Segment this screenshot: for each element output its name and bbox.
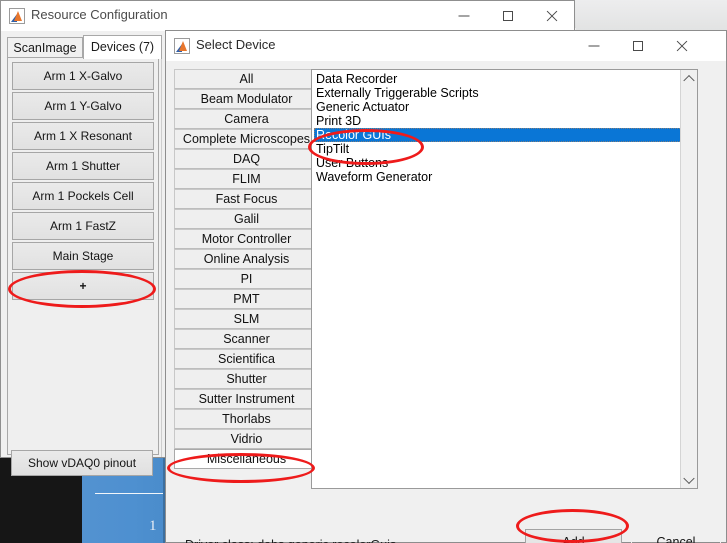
category-motor-controller[interactable]: Motor Controller <box>174 229 319 249</box>
device-button-main-stage[interactable]: Main Stage <box>12 242 154 270</box>
select-device-body: All Beam Modulator Camera Complete Micro… <box>166 61 726 543</box>
device-button-arm1-shutter[interactable]: Arm 1 Shutter <box>12 152 154 180</box>
list-item-data-recorder[interactable]: Data Recorder <box>314 72 680 86</box>
category-galil[interactable]: Galil <box>174 209 319 229</box>
category-slm[interactable]: SLM <box>174 309 319 329</box>
device-button-arm1-x-resonant-scanner[interactable]: Arm 1 X Resonant Scanner <box>12 122 154 169</box>
device-list-scrollbar[interactable] <box>680 70 697 488</box>
tab-devices[interactable]: Devices (7) <box>83 35 162 59</box>
category-pi[interactable]: PI <box>174 269 319 289</box>
desktop-blue-tile-number: 1 <box>149 518 157 534</box>
category-scanner[interactable]: Scanner <box>174 329 319 349</box>
select-device-window: Select Device All Beam Modulator Camera … <box>165 30 727 543</box>
select-device-title: Select Device <box>196 37 276 52</box>
show-vdaq0-pinout-button[interactable]: Show vDAQ0 pinout <box>11 450 153 476</box>
category-online-analysis[interactable]: Online Analysis <box>174 249 319 269</box>
devices-panel: Arm 1 X-Galvo Arm 1 Y-Galvo Arm 1 X Reso… <box>7 57 159 455</box>
category-complete-microscopes[interactable]: Complete Microscopes <box>174 129 319 149</box>
device-button-arm1-x-galvo[interactable]: Arm 1 X-Galvo <box>12 62 154 90</box>
desktop-blue-tile-rule <box>95 493 165 494</box>
list-item-print-3d[interactable]: Print 3D <box>314 114 680 128</box>
select-device-minimize-button[interactable] <box>572 31 616 61</box>
chevron-up-icon[interactable] <box>681 70 697 87</box>
list-item-externally-triggerable-scripts[interactable]: Externally Triggerable Scripts <box>314 86 680 100</box>
chevron-down-icon[interactable] <box>681 471 697 488</box>
add-button[interactable]: Add <box>525 529 622 543</box>
device-button-arm1-y-galvo[interactable]: Arm 1 Y-Galvo <box>12 92 154 120</box>
category-flim[interactable]: FLIM <box>174 169 319 189</box>
category-miscellaneous[interactable]: Miscellaneous <box>174 449 319 469</box>
list-item-tiptilt[interactable]: TipTilt <box>314 142 680 156</box>
resource-window-titlebar[interactable]: Resource Configuration <box>1 1 574 31</box>
select-device-titlebar[interactable]: Select Device <box>166 31 726 61</box>
matlab-icon <box>9 8 25 24</box>
device-button-arm1-pockels-cell[interactable]: Arm 1 Pockels Cell <box>12 182 154 210</box>
matlab-icon <box>174 38 190 54</box>
device-category-list: All Beam Modulator Camera Complete Micro… <box>174 69 319 489</box>
resource-close-button[interactable] <box>530 1 574 31</box>
desktop-grey-panel-top <box>576 0 727 31</box>
device-listbox[interactable]: Data Recorder Externally Triggerable Scr… <box>311 69 698 489</box>
device-button-arm1-fastz[interactable]: Arm 1 FastZ <box>12 212 154 240</box>
select-device-close-button[interactable] <box>660 31 704 61</box>
cancel-button[interactable]: Cancel <box>631 529 721 543</box>
category-thorlabs[interactable]: Thorlabs <box>174 409 319 429</box>
list-item-recolor-guis[interactable]: Recolor GUIs <box>314 128 682 142</box>
category-pmt[interactable]: PMT <box>174 289 319 309</box>
category-shutter[interactable]: Shutter <box>174 369 319 389</box>
category-vidrio[interactable]: Vidrio <box>174 429 319 449</box>
category-sutter-instrument[interactable]: Sutter Instrument <box>174 389 319 409</box>
resource-minimize-button[interactable] <box>442 1 486 31</box>
category-beam-modulator[interactable]: Beam Modulator <box>174 89 319 109</box>
category-fast-focus[interactable]: Fast Focus <box>174 189 319 209</box>
resource-window-title: Resource Configuration <box>31 7 168 22</box>
list-item-generic-actuator[interactable]: Generic Actuator <box>314 100 680 114</box>
category-scientifica[interactable]: Scientifica <box>174 349 319 369</box>
driver-class-label: Driver class: dabs.generic.recolorGuis <box>185 538 396 543</box>
tab-scanimage[interactable]: ScanImage <box>7 37 83 58</box>
category-camera[interactable]: Camera <box>174 109 319 129</box>
select-device-maximize-button[interactable] <box>616 31 660 61</box>
category-daq[interactable]: DAQ <box>174 149 319 169</box>
category-all[interactable]: All <box>174 69 319 89</box>
list-item-waveform-generator[interactable]: Waveform Generator <box>314 170 680 184</box>
resource-maximize-button[interactable] <box>486 1 530 31</box>
list-item-user-buttons[interactable]: User Buttons <box>314 156 680 170</box>
add-device-plus-button[interactable]: + <box>12 272 154 300</box>
